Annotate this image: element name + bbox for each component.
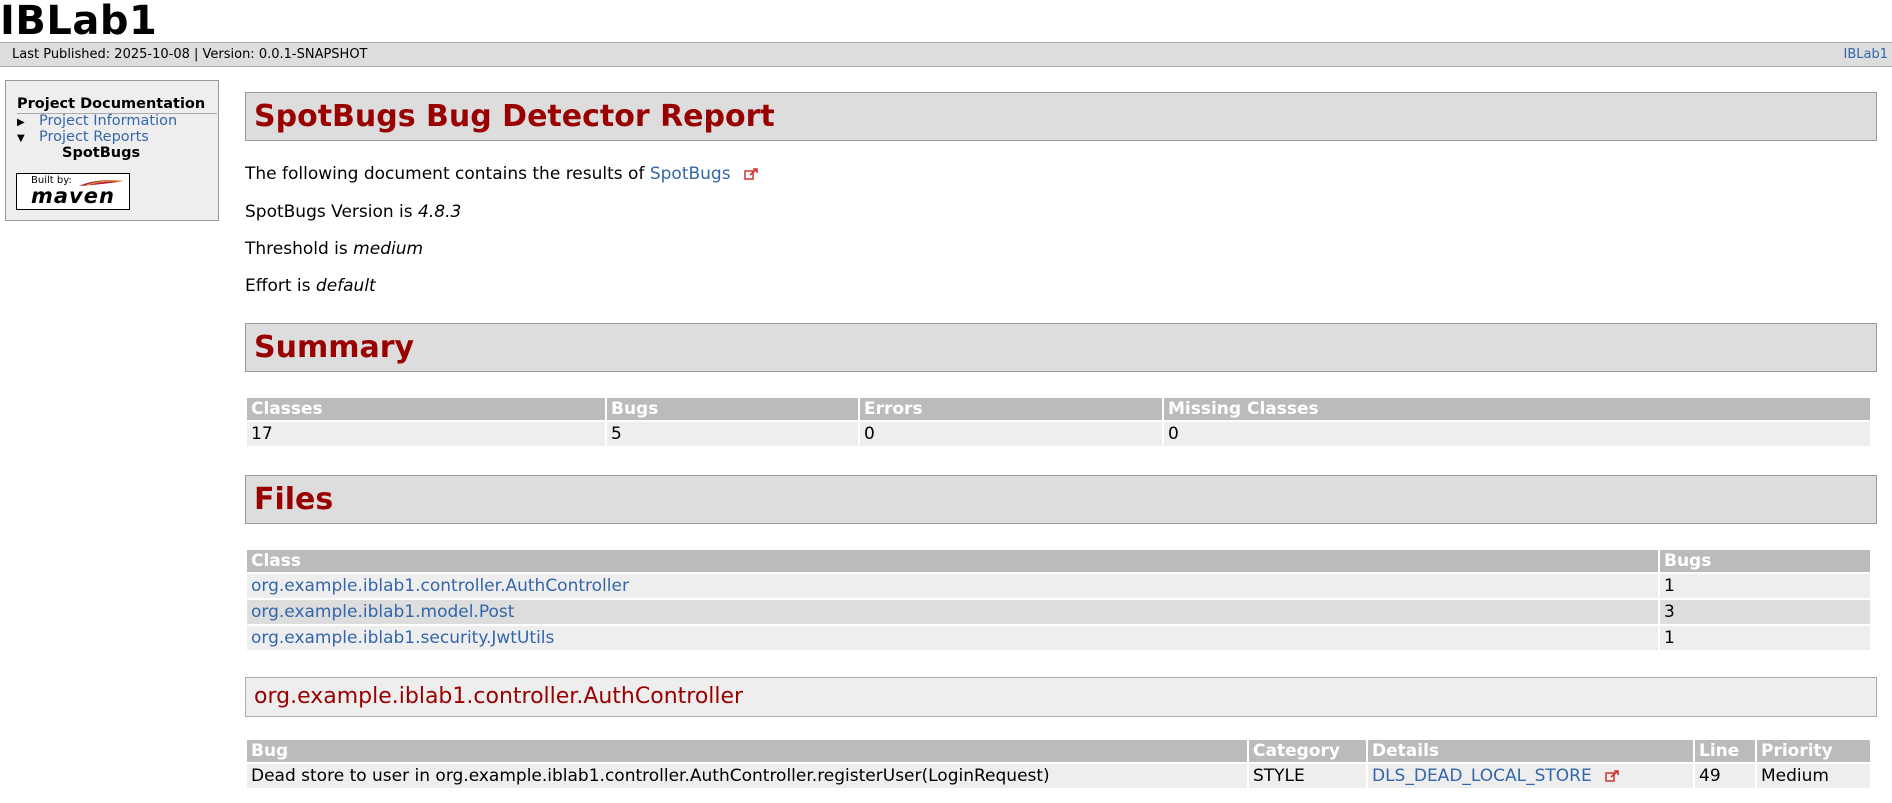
column-header: Bugs [607,398,858,420]
version-paragraph: SpotBugs Version is 4.8.3 [245,202,461,222]
intro-paragraph: The following document contains the resu… [245,164,758,184]
files-heading: Files [245,475,1877,524]
sidebar-item-label[interactable]: Project Reports [31,129,149,145]
intro-text: The following document contains the resu… [245,164,645,184]
column-header: Classes [247,398,605,420]
summary-table: Classes Bugs Errors Missing Classes 17 5… [245,396,1872,448]
column-header: Bug [247,740,1247,762]
column-header: Class [247,550,1658,572]
bug-details-cell: DLS_DEAD_LOCAL_STORE [1368,764,1693,788]
threshold-value: medium [353,239,424,259]
file-class-link[interactable]: org.example.iblab1.controller.AuthContro… [251,576,629,596]
classes-count: 17 [247,422,605,446]
threshold-label: Threshold is [245,239,348,259]
bug-line: 49 [1695,764,1755,788]
table-header-row: Bug Category Details Line Priority [247,740,1870,762]
version-label: SpotBugs Version is [245,202,413,222]
column-header: Missing Classes [1164,398,1870,420]
table-header-row: Classes Bugs Errors Missing Classes [247,398,1870,420]
sidebar-heading: Project Documentation [17,95,217,114]
table-header-row: Class Bugs [247,550,1870,572]
file-bug-count: 1 [1660,574,1870,598]
file-class-link[interactable]: org.example.iblab1.security.JwtUtils [251,628,554,648]
file-class-link[interactable]: org.example.iblab1.model.Post [251,602,514,622]
column-header: Details [1368,740,1693,762]
bug-priority: Medium [1757,764,1870,788]
bug-details-link[interactable]: DLS_DEAD_LOCAL_STORE [1372,766,1592,786]
sidebar-item-label[interactable]: Project Information [31,113,177,129]
sidebar-item-spotbugs: SpotBugs [62,145,141,161]
class-section-heading: org.example.iblab1.controller.AuthContro… [245,677,1877,717]
threshold-paragraph: Threshold is medium [245,239,423,259]
files-table: Class Bugs org.example.iblab1.controller… [245,548,1872,652]
effort-paragraph: Effort is default [245,276,376,296]
file-bug-count: 1 [1660,626,1870,650]
publish-info: Last Published: 2025-10-08 | Version: 0.… [12,47,368,62]
external-link-icon [1605,770,1619,782]
bug-description: Dead store to user in org.example.iblab1… [247,764,1247,788]
report-title: SpotBugs Bug Detector Report [245,92,1877,141]
effort-label: Effort is [245,276,311,296]
breadcrumbs-bar: Last Published: 2025-10-08 | Version: 0.… [0,42,1892,67]
table-row: org.example.iblab1.controller.AuthContro… [247,574,1870,598]
bug-category: STYLE [1249,764,1366,788]
project-home-link[interactable]: IBLab1 [1844,43,1888,66]
spotbugs-link[interactable]: SpotBugs [650,164,731,184]
column-header: Line [1695,740,1755,762]
banner: IBLab1 [0,0,1892,42]
version-value: 4.8.3 [418,202,462,222]
table-row: 17 5 0 0 [247,422,1870,446]
collapse-down-icon: ▼ [17,133,25,144]
missing-classes-count: 0 [1164,422,1870,446]
column-header: Priority [1757,740,1870,762]
errors-count: 0 [860,422,1162,446]
table-row: org.example.iblab1.security.JwtUtils 1 [247,626,1870,650]
project-title: IBLab1 [0,0,158,44]
column-header: Bugs [1660,550,1870,572]
column-header: Category [1249,740,1366,762]
table-row: org.example.iblab1.model.Post 3 [247,600,1870,624]
column-header: Errors [860,398,1162,420]
maven-wordmark: maven [31,184,115,208]
external-link-icon [744,168,758,180]
sidebar-navigation: Project Documentation ▶ Project Informati… [5,80,219,221]
bugs-table: Bug Category Details Line Priority Dead … [245,738,1872,790]
bugs-count: 5 [607,422,858,446]
table-row: Dead store to user in org.example.iblab1… [247,764,1870,788]
file-bug-count: 3 [1660,600,1870,624]
effort-value: default [315,276,376,296]
built-by-maven-badge[interactable]: Built by: maven [16,173,130,210]
summary-heading: Summary [245,323,1877,372]
